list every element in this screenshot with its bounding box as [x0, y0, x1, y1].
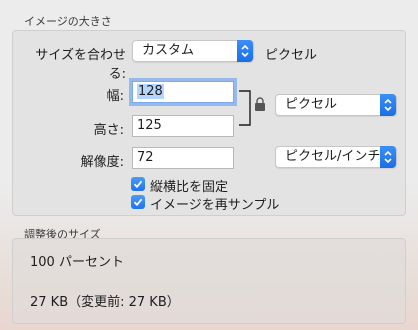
scale-proportionally-checkbox[interactable] — [131, 177, 145, 191]
width-label: 幅: — [106, 89, 124, 104]
size-unit-value: ピクセル — [285, 97, 338, 112]
resample-image-checkbox[interactable] — [131, 195, 145, 209]
resulting-percent-text: 100 パーセント — [30, 255, 124, 270]
fit-into-popup[interactable]: カスタム — [132, 40, 254, 62]
lock-icon[interactable] — [254, 97, 266, 115]
resulting-file-size-text: 27 KB（変更前: 27 KB） — [30, 295, 180, 310]
resolution-unit-value: ピクセル/インチ — [285, 149, 381, 164]
fit-into-value: カスタム — [142, 43, 195, 58]
image-size-section-title: イメージの大きさ — [24, 15, 112, 28]
up-down-arrows-icon — [380, 94, 396, 116]
resolution-field[interactable]: 72 — [132, 147, 234, 169]
width-field[interactable]: 128 — [132, 81, 234, 103]
resolution-unit-popup[interactable]: ピクセル/インチ — [275, 146, 397, 168]
checkmark-icon — [133, 180, 143, 189]
up-down-arrows-icon — [237, 40, 253, 62]
resolution-value: 72 — [137, 150, 154, 165]
height-field[interactable]: 125 — [132, 115, 234, 137]
fit-into-unit: ピクセル — [265, 48, 318, 63]
fit-into-label: サイズを合わせる: — [35, 48, 126, 82]
height-value: 125 — [137, 118, 162, 133]
resolution-label: 解像度: — [80, 155, 124, 170]
size-unit-popup[interactable]: ピクセル — [275, 94, 397, 116]
height-label: 高さ: — [93, 123, 124, 138]
up-down-arrows-icon — [380, 146, 396, 168]
checkmark-icon — [133, 198, 143, 207]
resample-image-label[interactable]: イメージを再サンプル — [150, 194, 279, 213]
width-value: 128 — [137, 84, 164, 99]
scale-proportionally-label[interactable]: 縦横比を固定 — [150, 176, 228, 195]
